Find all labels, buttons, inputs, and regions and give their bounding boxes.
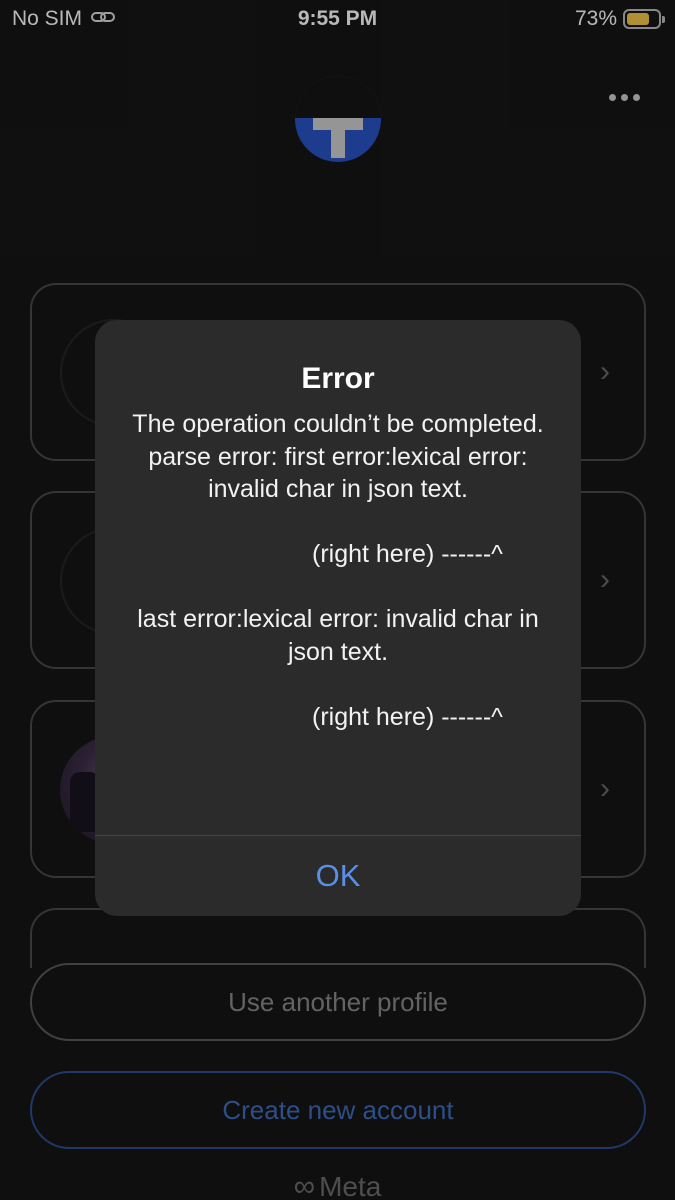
error-alert-dialog: Error The operation couldn’t be complete… [95, 320, 581, 916]
ok-button[interactable]: OK [95, 836, 581, 916]
alert-title: Error [301, 362, 375, 395]
alert-message: The operation couldn’t be completed. par… [132, 410, 544, 731]
login-screen: No SIM 9:55 PM 73% › › › Use another pro… [0, 0, 675, 1200]
